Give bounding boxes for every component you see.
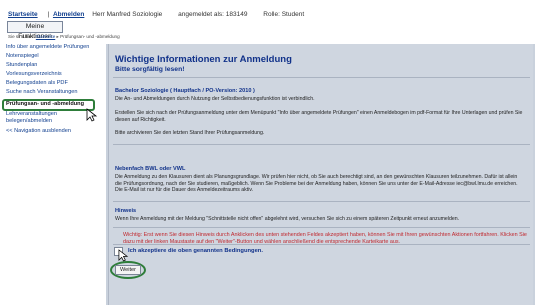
- divider: [113, 77, 530, 78]
- login-status: angemeldet als: 183149: [178, 11, 248, 18]
- separator: |: [47, 11, 50, 18]
- page-subtitle: Bitte sorgfältig lesen!: [115, 66, 185, 73]
- section-text-archive: Bitte archivieren Sie den letzten Stand …: [115, 130, 265, 136]
- sidebar: Info über angemeldete Prüfungen Notenspi…: [0, 42, 104, 305]
- section-text-registration-form: Erstellen Sie sich nach der Prüfungsanme…: [115, 110, 523, 123]
- sidebar-item-booking-pdf[interactable]: Belegungsdaten als PDF: [6, 80, 102, 87]
- top-bar: Startseite | Abmelden Herr Manfred Sozio…: [0, 0, 535, 40]
- startseite-link[interactable]: Startseite: [8, 11, 38, 18]
- my-functions-button[interactable]: Meine Funktionen: [7, 21, 63, 40]
- sidebar-item-grades[interactable]: Notenspiegel: [6, 53, 102, 60]
- section-title-note: Hinweis: [115, 208, 137, 214]
- weiter-button[interactable]: Weiter: [115, 265, 141, 275]
- sidebar-item-course-catalog[interactable]: Vorlesungsverzeichnis: [6, 71, 102, 78]
- sidebar-item-search-courses[interactable]: Suche nach Veranstaltungen: [6, 89, 102, 96]
- divider: [113, 201, 530, 202]
- section-text-minor: Die Anmeldung zu den Klausuren dient als…: [115, 174, 518, 194]
- section-text-note: Wenn Ihre Anmeldung mit der Meldung "Sch…: [115, 216, 460, 222]
- section-title-bachelor: Bachelor Soziologie ( Hauptfach / PO-Ver…: [115, 88, 255, 94]
- top-links: Startseite | Abmelden Herr Manfred Sozio…: [8, 11, 318, 18]
- divider: [113, 244, 530, 245]
- divider: [113, 144, 530, 145]
- breadcrumb-prefix: Sie sind hier:: [8, 34, 35, 39]
- breadcrumb-home[interactable]: Startseite: [36, 34, 55, 39]
- section-text-binding: Die An- und Abmeldungen durch Nutzung de…: [115, 96, 315, 102]
- mouse-cursor-icon: [86, 108, 98, 122]
- user-role: Rolle: Student: [263, 11, 305, 18]
- page-title: Wichtige Informationen zur Anmeldung: [115, 54, 292, 65]
- section-title-minor: Nebenfach BWL oder VWL: [115, 166, 186, 172]
- main-panel: Wichtige Informationen zur Anmeldung Bit…: [106, 44, 535, 305]
- divider: [113, 227, 530, 228]
- breadcrumb-current: Prüfungsan- und -abmeldung: [60, 34, 120, 39]
- accept-label[interactable]: Ich akzeptiere die oben genannten Beding…: [128, 248, 263, 254]
- sidebar-item-info-exams[interactable]: Info über angemeldete Prüfungen: [6, 44, 102, 51]
- sidebar-item-timetable[interactable]: Stundenplan: [6, 62, 102, 69]
- highlight-exam-registration: [2, 99, 95, 111]
- user-name: Herr Manfred Soziologie: [92, 11, 163, 18]
- breadcrumb: Sie sind hier: Startseite ▸ Prüfungsan- …: [8, 34, 120, 40]
- info-content: Wichtige Informationen zur Anmeldung Bit…: [108, 44, 533, 305]
- abmelden-link[interactable]: Abmelden: [53, 11, 84, 18]
- sidebar-item-hide-navigation[interactable]: << Navigation ausblenden: [6, 128, 102, 135]
